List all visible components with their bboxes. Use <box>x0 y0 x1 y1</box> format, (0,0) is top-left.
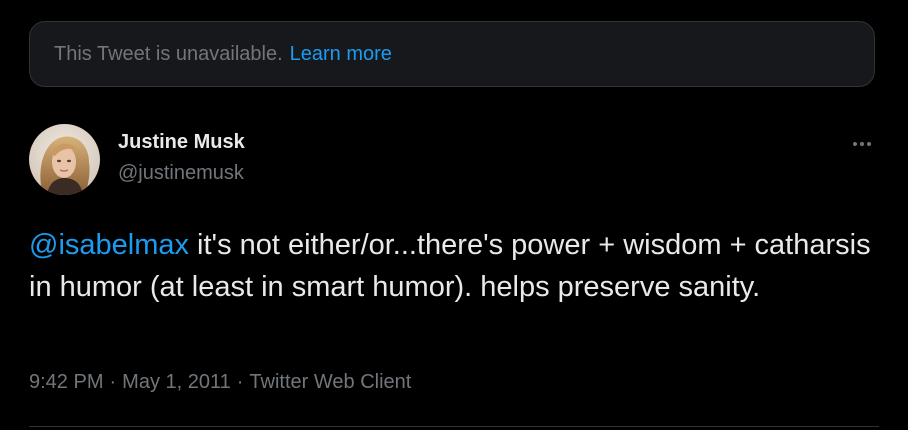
learn-more-link[interactable]: Learn more <box>290 43 392 66</box>
tweet-time[interactable]: 9:42 PM <box>29 371 103 393</box>
meta-separator: · <box>236 371 244 393</box>
avatar[interactable] <box>29 124 100 195</box>
author-name[interactable]: Justine Musk <box>118 131 245 154</box>
tweet-meta: 9:42 PM · May 1, 2011 · Twitter Web Client <box>29 371 411 394</box>
divider <box>29 426 879 427</box>
mention-link[interactable]: @isabelmax <box>29 229 189 261</box>
author-handle[interactable]: @justinemusk <box>118 162 244 185</box>
tweet-date[interactable]: May 1, 2011 <box>122 371 231 393</box>
meta-separator: · <box>109 371 117 393</box>
tweet-text: @isabelmax it's not either/or...there's … <box>29 224 879 308</box>
tweet-page: This Tweet is unavailable. Learn more Ju… <box>0 0 908 430</box>
more-dots-icon <box>853 142 871 146</box>
more-options-button[interactable] <box>846 128 878 160</box>
tweet-source[interactable]: Twitter Web Client <box>249 371 411 393</box>
avatar-photo <box>29 124 100 195</box>
unavailable-notice: This Tweet is unavailable. Learn more <box>29 21 875 87</box>
unavailable-text: This Tweet is unavailable. <box>54 42 283 65</box>
